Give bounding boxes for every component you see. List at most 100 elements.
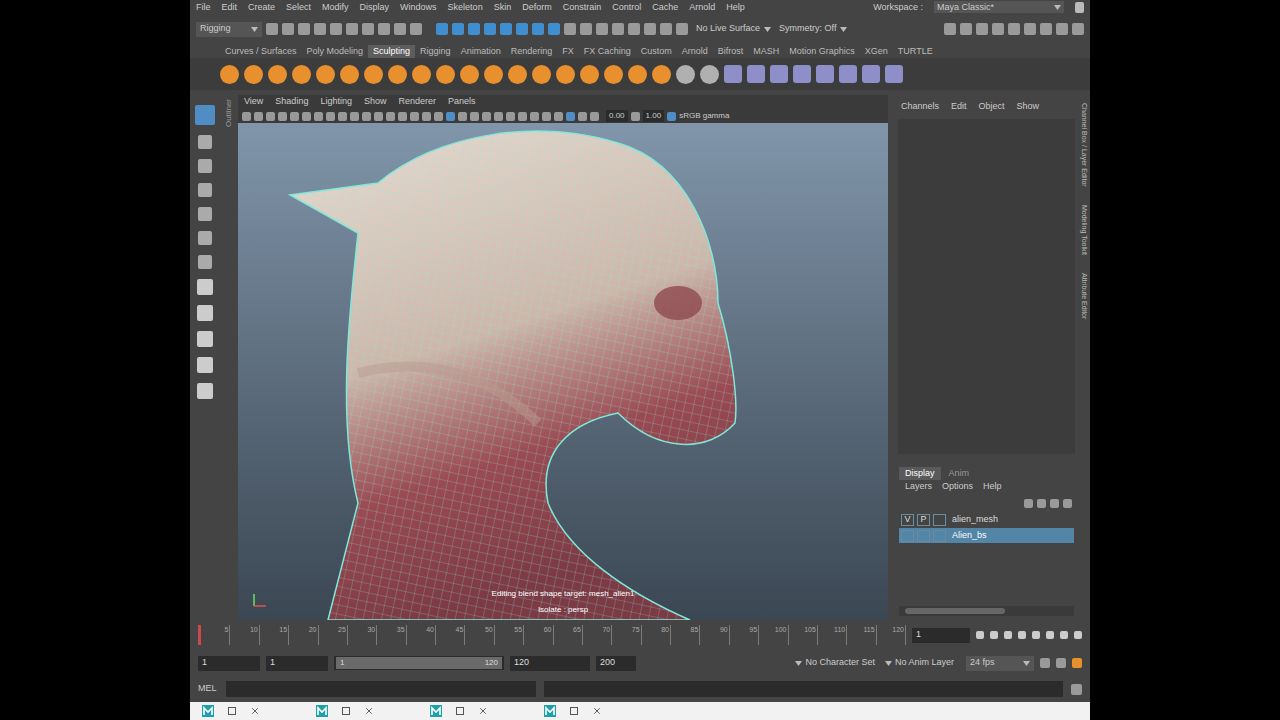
sculpt-tool-icon[interactable]	[532, 65, 551, 84]
gamma-field[interactable]: 1.00	[643, 110, 665, 122]
lock-icon[interactable]	[1075, 2, 1084, 13]
layer-row[interactable]: VPalien_mesh	[899, 512, 1074, 527]
panel-toggle-icon[interactable]	[1008, 23, 1020, 35]
playback-button-icon[interactable]	[1060, 631, 1068, 639]
character-set[interactable]: No Character Set	[795, 656, 875, 670]
layer-color-icon[interactable]	[933, 530, 946, 542]
shelf-tab[interactable]: Bifrost	[713, 45, 749, 58]
sculpt-tool-icon[interactable]	[412, 65, 431, 84]
viewport-tool-icon[interactable]	[506, 112, 515, 121]
taskbar-window[interactable]	[542, 703, 628, 719]
sculpt-tool-icon[interactable]	[292, 65, 311, 84]
layer-tool-icon[interactable]	[1050, 499, 1059, 508]
shelf-tab[interactable]: Rigging	[415, 45, 456, 58]
snap-icon[interactable]	[532, 23, 544, 35]
menu-item[interactable]: Help	[726, 3, 745, 12]
playback-button-icon[interactable]	[1018, 631, 1026, 639]
sculpt-tool-icon[interactable]	[268, 65, 287, 84]
playback-toggle[interactable]	[917, 530, 930, 542]
taskbar-window[interactable]	[200, 703, 286, 719]
file-tool-icon[interactable]	[266, 23, 278, 35]
start-field[interactable]: 1	[198, 656, 260, 671]
channel-box-menu-item[interactable]: Channels	[901, 100, 939, 114]
sculpt-tool-icon[interactable]	[700, 65, 719, 84]
command-input[interactable]	[226, 681, 536, 697]
viewport-menu-item[interactable]: Panels	[448, 95, 476, 109]
sculpt-tool-icon[interactable]	[652, 65, 671, 84]
side-tab[interactable]: Channel Box / Layer Editor	[1079, 103, 1090, 187]
color-space-icon[interactable]	[667, 112, 676, 121]
anim-layer[interactable]: No Anim Layer	[885, 656, 954, 670]
file-tool-icon[interactable]	[282, 23, 294, 35]
layer-menu-item[interactable]: Options	[942, 480, 973, 494]
layer-tab[interactable]: Display	[899, 467, 941, 480]
viewport-tool-icon[interactable]	[386, 112, 395, 121]
snap-icon[interactable]	[484, 23, 496, 35]
shelf-tab[interactable]: Sculpting	[368, 45, 415, 58]
menu-item[interactable]: Deform	[522, 3, 552, 12]
sculpt-tool-icon[interactable]	[364, 65, 383, 84]
side-tab[interactable]: Attribute Editor	[1079, 273, 1090, 319]
viewport-tool-icon[interactable]	[542, 112, 551, 121]
viewport-tool-icon[interactable]	[350, 112, 359, 121]
viewport-menu-item[interactable]: View	[244, 95, 263, 109]
transform-tool-icon[interactable]	[198, 183, 212, 197]
viewport-menu-item[interactable]: Renderer	[398, 95, 436, 109]
file-tool-icon[interactable]	[394, 23, 406, 35]
panel-toggle-icon[interactable]	[1024, 23, 1036, 35]
channel-box-menu-item[interactable]: Edit	[951, 100, 967, 114]
shelf-tab[interactable]: FX Caching	[579, 45, 636, 58]
menu-item[interactable]: Control	[612, 3, 641, 12]
sculpt-tool-icon[interactable]	[580, 65, 599, 84]
render-icon[interactable]	[612, 23, 624, 35]
menu-item[interactable]: File	[196, 3, 211, 12]
viewport-menu-item[interactable]: Show	[364, 95, 387, 109]
layer-tab[interactable]: Anim	[943, 467, 976, 480]
playback-button-icon[interactable]	[976, 631, 984, 639]
sculpt-tool-icon[interactable]	[316, 65, 335, 84]
layout-icon[interactable]	[197, 279, 213, 295]
shelf-tab[interactable]: Poly Modeling	[302, 45, 369, 58]
layer-tool-icon[interactable]	[1037, 499, 1046, 508]
playback-start-field[interactable]: 1	[266, 656, 328, 671]
menu-item[interactable]: Select	[286, 3, 311, 12]
shelf-tool-icon[interactable]	[862, 65, 880, 83]
viewport-menu-item[interactable]: Shading	[275, 95, 308, 109]
select-tool-icon[interactable]	[195, 105, 215, 125]
shelf-tab[interactable]: Rendering	[506, 45, 558, 58]
snap-icon[interactable]	[500, 23, 512, 35]
snap-icon[interactable]	[564, 23, 576, 35]
viewport-tool-icon[interactable]	[338, 112, 347, 121]
sculpt-tool-icon[interactable]	[460, 65, 479, 84]
panel-toggle-icon[interactable]	[1072, 23, 1084, 35]
render-icon[interactable]	[644, 23, 656, 35]
viewport-tool-icon[interactable]	[266, 112, 275, 121]
sculpt-tool-icon[interactable]	[340, 65, 359, 84]
outliner-tab[interactable]: Outliner	[220, 95, 238, 620]
taskbar-window[interactable]	[428, 703, 514, 719]
panel-toggle-icon[interactable]	[976, 23, 988, 35]
maximize-icon[interactable]	[456, 707, 464, 715]
playback-toggle[interactable]: P	[917, 514, 930, 526]
maximize-icon[interactable]	[342, 707, 350, 715]
transform-tool-icon[interactable]	[198, 207, 212, 221]
viewport[interactable]: Editing blend shape target: mesh_alien1I…	[238, 123, 888, 620]
playback-button-icon[interactable]	[1004, 631, 1012, 639]
viewport-tool-icon[interactable]	[290, 112, 299, 121]
sculpt-tool-icon[interactable]	[220, 65, 239, 84]
viewport-tool-icon[interactable]	[434, 112, 443, 121]
shelf-tool-icon[interactable]	[839, 65, 857, 83]
shelf-tool-icon[interactable]	[747, 65, 765, 83]
layout-icon[interactable]	[197, 383, 213, 399]
file-tool-icon[interactable]	[346, 23, 358, 35]
mode-select[interactable]: Rigging	[196, 22, 262, 37]
viewport-tool-icon[interactable]	[326, 112, 335, 121]
taskbar-window[interactable]	[314, 703, 400, 719]
shelf-tool-icon[interactable]	[885, 65, 903, 83]
menu-item[interactable]: Windows	[400, 3, 437, 12]
viewport-tool-icon[interactable]	[482, 112, 491, 121]
transform-tool-icon[interactable]	[198, 255, 212, 269]
shelf-tab[interactable]: XGen	[860, 45, 893, 58]
panel-toggle-icon[interactable]	[992, 23, 1004, 35]
layer-tool-icon[interactable]	[1024, 499, 1033, 508]
